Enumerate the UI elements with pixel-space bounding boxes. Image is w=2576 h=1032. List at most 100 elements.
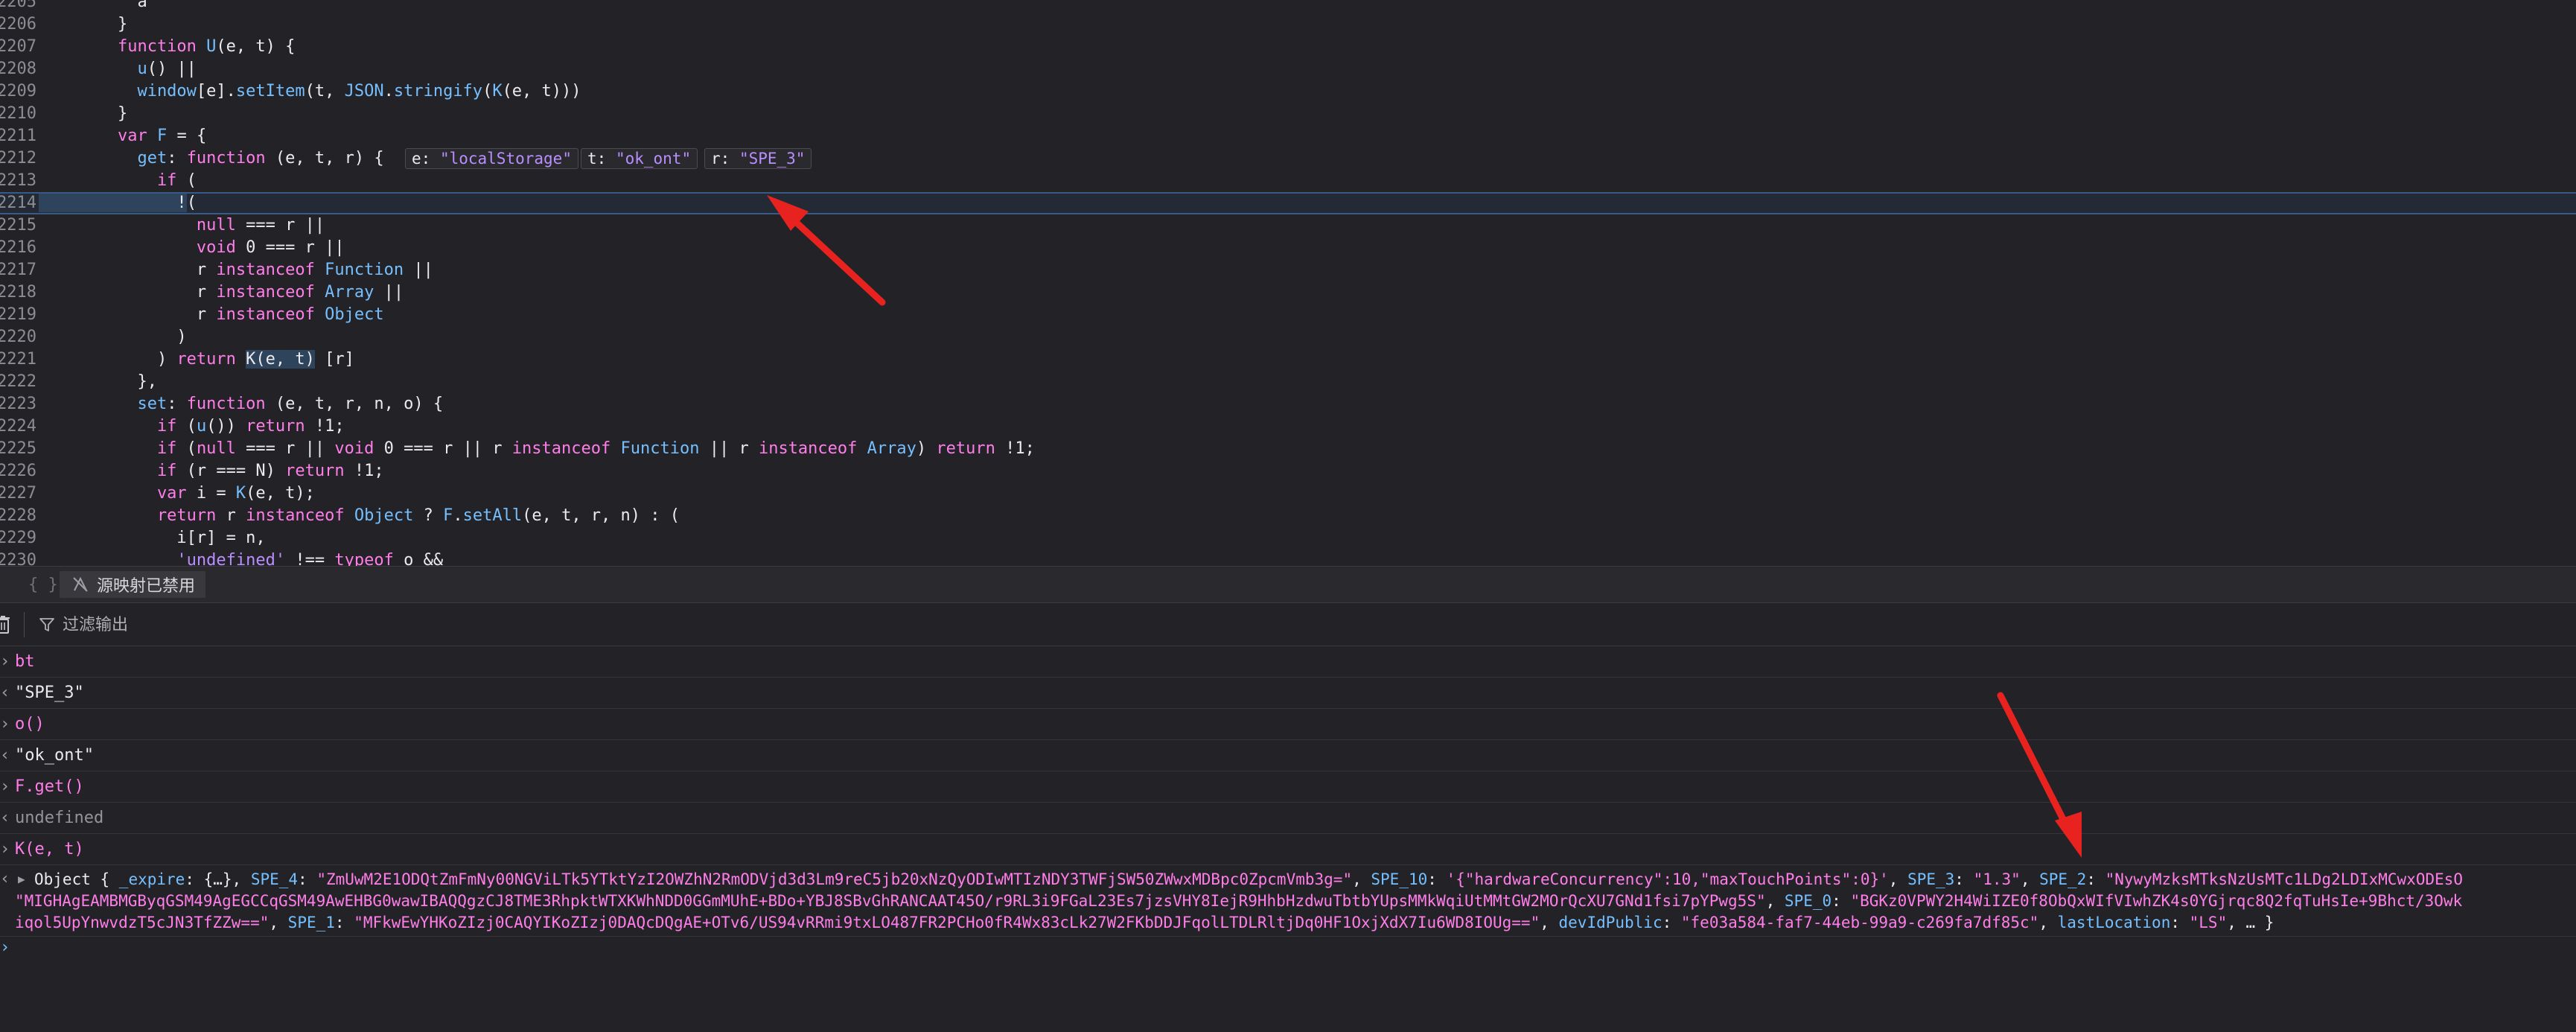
line-number[interactable]: 2229 [0, 527, 36, 550]
code-line[interactable]: 2218 r instanceof Array || [0, 281, 2576, 304]
code-line[interactable]: 2216 void 0 === r || [0, 237, 2576, 259]
code-line[interactable]: 2209 window[e].setItem(t, JSON.stringify… [0, 80, 2576, 103]
line-number[interactable]: 2209 [0, 80, 36, 103]
line-number[interactable]: 2223 [0, 393, 36, 415]
sourcemap-status-button[interactable]: 源映射已禁用 [60, 571, 206, 598]
code-line[interactable]: 2220 ) [0, 326, 2576, 348]
line-number[interactable]: 2205 [0, 0, 36, 13]
code-line[interactable]: 2217 r instanceof Function || [0, 259, 2576, 281]
line-number[interactable]: 2228 [0, 505, 36, 527]
trash-icon[interactable] [0, 614, 10, 634]
line-number[interactable]: 2210 [0, 103, 36, 125]
code-line[interactable]: 2228 return r instanceof Object ? F.setA… [0, 505, 2576, 527]
code-line[interactable]: 2213 if ( [0, 170, 2576, 192]
code-line[interactable]: 2223 set: function (e, t, r, n, o) { [0, 393, 2576, 415]
inline-preview-1[interactable]: t: "ok_ont" [581, 148, 698, 169]
code-line[interactable]: 2224 if (u()) return !1; [0, 415, 2576, 438]
code-token: get [39, 149, 168, 168]
line-number[interactable]: 2215 [0, 214, 36, 237]
code-line[interactable]: 2206 } [0, 13, 2576, 36]
code-token: F [156, 127, 168, 145]
code-text: set: function (e, t, r, n, o) { [39, 393, 443, 415]
code-token: instanceof [216, 261, 325, 279]
code-text: void 0 === r || [39, 237, 345, 259]
code-token: ! [39, 194, 187, 212]
console-result-message[interactable]: ‹ undefined [0, 803, 2576, 834]
code-token: typeof [334, 551, 394, 566]
debugger-source-editor[interactable]: 2205 a 2206 } 2207 function U(e, t) {2208 … [0, 0, 2576, 566]
filter-output-input[interactable] [63, 612, 509, 637]
code-line[interactable]: 2229 i[r] = n, [0, 527, 2576, 550]
code-line[interactable]: 2207 function U(e, t) { [0, 36, 2576, 58]
line-number[interactable]: 2211 [0, 125, 36, 147]
code-line[interactable]: 2210 } [0, 103, 2576, 125]
code-token: instanceof [216, 305, 325, 324]
inline-preview-value: "ok_ont" [615, 150, 692, 168]
code-line[interactable]: 2214 !( [0, 192, 2576, 214]
code-line[interactable]: 2222 }, [0, 371, 2576, 393]
object-punct: : [1831, 892, 1851, 910]
object-value: "fe03a584-faf7-44eb-99a9-c269fa7df85c" [1680, 914, 2039, 931]
code-line[interactable]: 2227 var i = K(e, t); [0, 482, 2576, 505]
code-line[interactable]: 2226 if (r === N) return !1; [0, 460, 2576, 482]
console-input-message[interactable]: › F.get() [0, 771, 2576, 803]
line-number[interactable]: 2216 [0, 237, 36, 259]
code-line[interactable]: 2208 u() || [0, 58, 2576, 80]
code-token: Object [325, 305, 384, 324]
line-number[interactable]: 2213 [0, 170, 36, 192]
line-number[interactable]: 2217 [0, 259, 36, 281]
line-number[interactable]: 2227 [0, 482, 36, 505]
console-message-text: K(e, t) [15, 840, 84, 859]
code-line[interactable]: 2230 'undefined' !== typeof o && [0, 550, 2576, 566]
line-number[interactable]: 2219 [0, 304, 36, 326]
chevron-left-icon: ‹ [0, 746, 10, 765]
code-token: return [285, 462, 345, 480]
line-number[interactable]: 2224 [0, 415, 36, 438]
code-line[interactable]: 2205 a [0, 0, 2576, 13]
code-token: || [374, 283, 404, 302]
code-token: K(e, t) [246, 350, 315, 369]
console-result-message[interactable]: ‹ "SPE_3" [0, 678, 2576, 709]
line-number[interactable]: 2208 [0, 58, 36, 80]
line-number[interactable]: 2212 [0, 147, 36, 170]
console-object-result[interactable]: ‹ ▶ Object { _expire: {…}, SPE_4: "ZmUwM2E… [0, 865, 2576, 937]
line-number[interactable]: 2222 [0, 371, 36, 393]
console-result-message[interactable]: ‹ "ok_ont" [0, 740, 2576, 771]
triangle-right-icon[interactable]: ▶ [18, 868, 25, 891]
object-punct: , [269, 914, 288, 931]
code-line[interactable]: 2225 if (null === r || void 0 === r || r… [0, 438, 2576, 460]
inline-preview-2[interactable]: r: "SPE_3" [704, 148, 812, 169]
line-number[interactable]: 2218 [0, 281, 36, 304]
line-number[interactable]: 2220 [0, 326, 36, 348]
code-text: r instanceof Object [39, 304, 384, 326]
line-number[interactable]: 2207 [0, 36, 36, 58]
object-key: SPE_3 [1907, 870, 1955, 888]
console-input-message[interactable]: › bt [0, 646, 2576, 678]
code-token: r [39, 283, 217, 302]
object-punct: : [2086, 870, 2105, 888]
console-input-row[interactable]: › [0, 937, 2576, 1031]
console-input-message[interactable]: › o() [0, 709, 2576, 740]
code-text: r instanceof Array || [39, 281, 404, 304]
code-line[interactable]: 2221 ) return K(e, t) [r] [0, 348, 2576, 371]
code-text: var i = K(e, t); [39, 482, 315, 505]
pretty-print-button[interactable]: { } [28, 576, 58, 594]
code-line[interactable]: 2212 get: function (e, t, r) { [0, 147, 2576, 170]
code-line[interactable]: 2219 r instanceof Object [0, 304, 2576, 326]
line-number[interactable]: 2206 [0, 13, 36, 36]
line-number[interactable]: 2230 [0, 550, 36, 566]
code-line[interactable]: 2211 var F = { [0, 125, 2576, 147]
line-number[interactable]: 2226 [0, 460, 36, 482]
line-number[interactable]: 2221 [0, 348, 36, 371]
object-punct: : [1427, 870, 1447, 888]
filter-box[interactable] [39, 611, 509, 639]
line-number[interactable]: 2214 [0, 194, 36, 213]
line-number[interactable]: 2225 [0, 438, 36, 460]
console-input-message[interactable]: › K(e, t) [0, 834, 2576, 865]
console-message-text: "ok_ont" [15, 746, 94, 765]
code-token: || [404, 261, 433, 279]
inline-preview-0[interactable]: e: "localStorage" [405, 148, 578, 169]
code-token: function [186, 149, 266, 168]
code-line[interactable]: 2215 null === r || [0, 214, 2576, 237]
chevron-right-icon: › [0, 777, 10, 796]
